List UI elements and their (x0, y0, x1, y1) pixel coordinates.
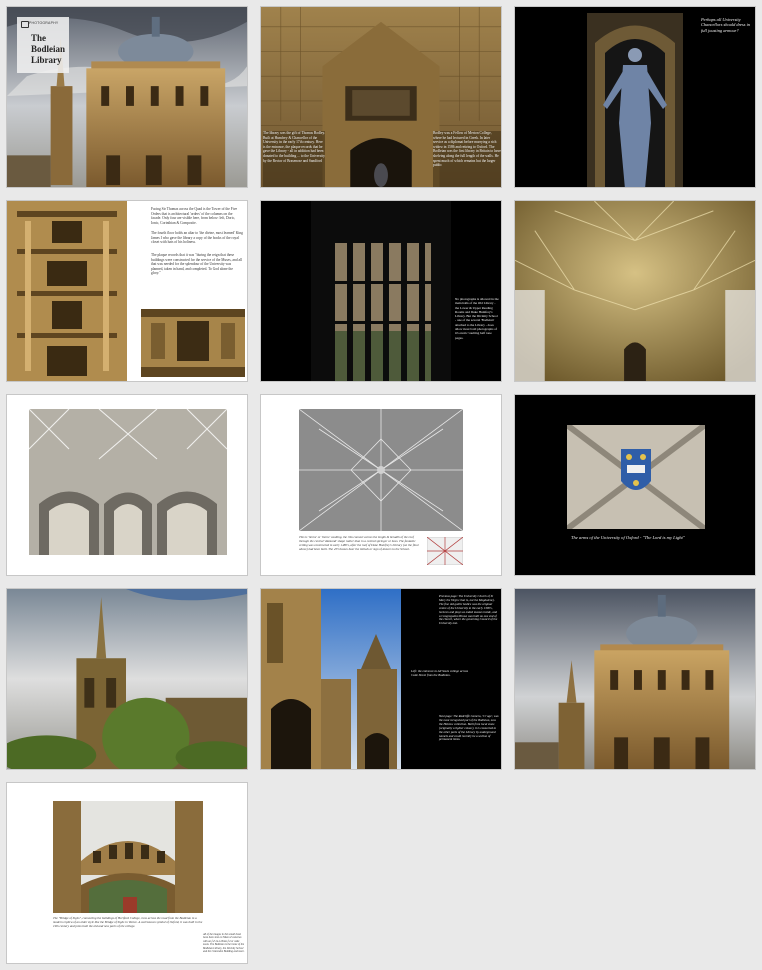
tower-text-para3: The plaque records that it was "during t… (151, 253, 243, 276)
page-thumb-radcliffe[interactable] (514, 588, 756, 770)
bridge-of-sighs-photo (53, 801, 203, 913)
page-thumb-window[interactable]: No photographs is allowed in the main ha… (260, 200, 502, 382)
st-marys-photo (7, 589, 247, 769)
lierne-diagram (427, 537, 463, 565)
page-thumb-vault-photo[interactable] (6, 394, 248, 576)
page-thumb-lierne[interactable]: This is 'lierne' or 'tierne' vaulting, t… (260, 394, 502, 576)
vaulting-photo (515, 201, 755, 381)
page-thumb-st-marys[interactable] (6, 588, 248, 770)
window-photo (311, 201, 451, 381)
statue-caption: Perhaps all University Chancellors shoul… (701, 17, 750, 33)
lierne-vault-photo (299, 409, 463, 531)
all-souls-text-top: Previous page: The University Church of … (439, 594, 498, 626)
window-caption: No photographs is allowed in the main ha… (455, 297, 499, 340)
tower-text-para1: Facing Sir Thomas across the Quad is the… (151, 207, 238, 225)
title-block: PHOTOGRAPHY The Bodleian Library (17, 17, 69, 73)
tower-text-para2: The fourth floor holds an altar to 'the … (151, 231, 243, 245)
page-thumb-vaulting[interactable] (514, 200, 756, 382)
arms-caption: The arms of the University of Oxford - "… (571, 535, 685, 540)
page-thumb-entrance[interactable]: The library was the gift of Thomas Bodle… (260, 6, 502, 188)
lierne-caption: This is 'lierne' or 'tierne' vaulting, t… (299, 535, 419, 552)
all-souls-text-middle: Left: the entrance to All Souls college … (411, 669, 469, 678)
camera-logo-icon (21, 21, 29, 28)
page-thumb-cover[interactable]: PHOTOGRAPHY The Bodleian Library (6, 6, 248, 188)
tower-photo (7, 201, 127, 381)
page-thumb-tower[interactable]: Facing Sir Thomas across the Quad is the… (6, 200, 248, 382)
page-thumb-arms[interactable]: The arms of the University of Oxford - "… (514, 394, 756, 576)
brand-label: PHOTOGRAPHY (29, 21, 59, 25)
bridge-side-note: All of the images in this small book hav… (203, 933, 245, 954)
bridge-caption: The "Bridge of Sighs", connecting the bu… (53, 916, 203, 929)
vault-arches-photo (29, 409, 227, 555)
book-title: The Bodleian Library (31, 33, 66, 65)
page-thumb-all-souls[interactable]: Previous page: The University Church of … (260, 588, 502, 770)
page-thumb-statue[interactable]: Perhaps all University Chancellors shoul… (514, 6, 756, 188)
statue-photo (587, 13, 683, 187)
entrance-text-left: The library was the gift of Thomas Bodle… (263, 131, 325, 187)
page-thumb-bridge[interactable]: The "Bridge of Sighs", connecting the bu… (6, 782, 248, 964)
radcliffe-photo (515, 589, 755, 769)
arms-boss-photo (567, 425, 705, 529)
photobook-page-grid: { "title_block": { "brand": "PHOTOGRAPHY… (0, 0, 762, 970)
all-souls-photo (261, 589, 401, 769)
entrance-text-right: Bodley was a Fellow of Merton College, w… (433, 131, 501, 187)
tower-detail-photo (141, 309, 245, 377)
all-souls-text-bottom: Next page: The Radcliffe Camera, 'Cr`age… (439, 714, 499, 742)
